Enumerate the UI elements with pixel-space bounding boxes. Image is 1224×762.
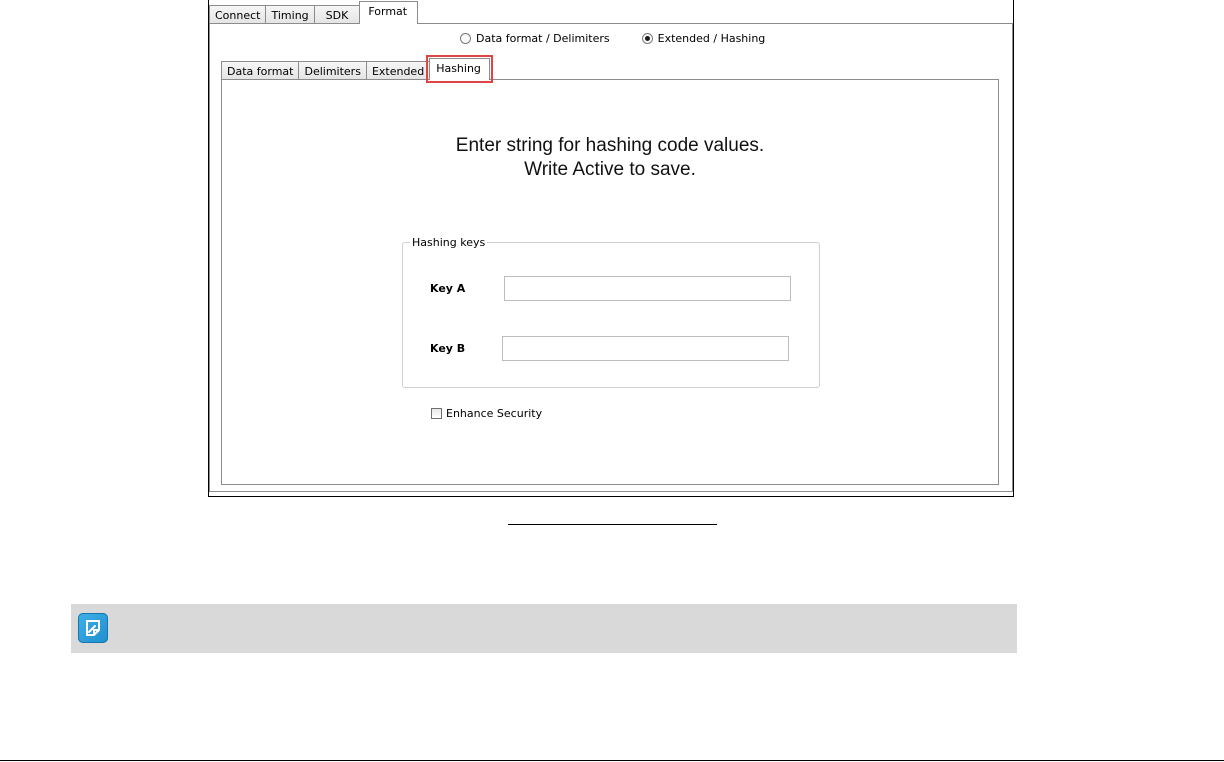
note-bar <box>71 604 1017 653</box>
key-a-input[interactable] <box>504 276 791 301</box>
caption-underline <box>508 524 717 525</box>
radio-data-format-delimiters[interactable]: Data format / Delimiters <box>460 32 610 45</box>
hashing-keys-title: Hashing keys <box>410 236 488 249</box>
checkbox-icon[interactable] <box>431 408 442 419</box>
tab-delimiters-label: Delimiters <box>304 64 361 78</box>
hashing-pane: Enter string for hashing code values. Wr… <box>221 79 999 485</box>
mode-radio-group: Data format / Delimiters Extended / Hash… <box>460 32 797 45</box>
tab-connect-label: Connect <box>215 8 261 22</box>
sub-tab-bar: Data format Delimiters Extended Hashing <box>221 55 493 83</box>
enhance-security-label: Enhance Security <box>446 407 543 420</box>
top-tab-bar: Connect Timing SDK Format <box>209 0 419 24</box>
radio-extended-label: Extended / Hashing <box>657 32 766 45</box>
hashing-keys-group: Hashing keys Key A Key B <box>402 236 820 388</box>
key-a-label: Key A <box>430 282 466 295</box>
page-bottom-rule <box>0 760 1224 761</box>
tab-hashing-label: Hashing <box>436 62 481 75</box>
tab-extended[interactable]: Extended <box>365 61 431 80</box>
instructions-text: Enter string for hashing code values. Wr… <box>222 134 998 182</box>
key-b-label: Key B <box>430 342 466 355</box>
tab-sdk-label: SDK <box>325 8 349 22</box>
instructions-line-2: Write Active to save. <box>524 159 696 180</box>
tab-sdk[interactable]: SDK <box>313 5 361 24</box>
tab-format[interactable]: Format <box>359 1 419 24</box>
key-b-input[interactable] <box>502 336 789 361</box>
radio-extended-hashing[interactable]: Extended / Hashing <box>641 32 766 45</box>
tab-hashing[interactable]: Hashing <box>426 55 493 83</box>
format-settings-panel: Connect Timing SDK Format Data format / … <box>208 0 1014 497</box>
tab-delimiters[interactable]: Delimiters <box>298 61 367 80</box>
radio-data-format-label: Data format / Delimiters <box>476 32 610 45</box>
tab-connect[interactable]: Connect <box>209 5 267 24</box>
tab-timing-label: Timing <box>271 8 309 22</box>
key-a-row: Key A <box>403 276 791 301</box>
tab-data-format-label: Data format <box>227 64 294 78</box>
format-pane: Data format / Delimiters Extended / Hash… <box>209 23 1013 492</box>
radio-button-checked-icon[interactable] <box>641 33 653 44</box>
instructions-line-1: Enter string for hashing code values. <box>455 135 765 156</box>
tab-extended-label: Extended <box>371 64 425 78</box>
tab-data-format[interactable]: Data format <box>221 61 300 80</box>
key-b-row: Key B <box>403 336 789 361</box>
enhance-security-option[interactable]: Enhance Security <box>431 407 542 420</box>
note-pencil-icon <box>78 613 108 643</box>
radio-button-icon[interactable] <box>460 33 471 44</box>
tab-format-label: Format <box>368 5 408 18</box>
tab-timing[interactable]: Timing <box>265 5 315 24</box>
